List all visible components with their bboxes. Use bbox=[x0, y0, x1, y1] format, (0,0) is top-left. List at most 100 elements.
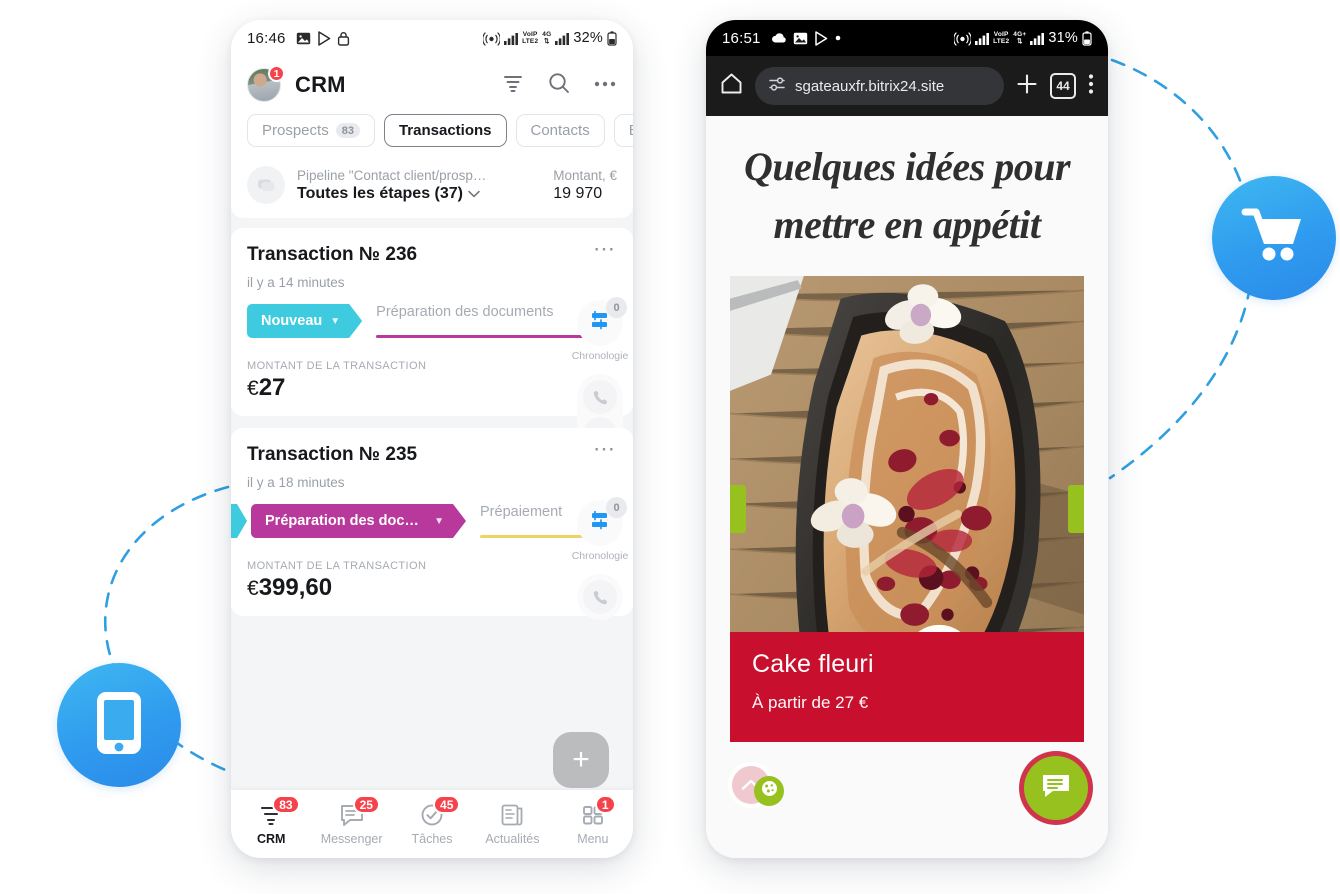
website-content: Quelques idées pour mettre en appétit Ca… bbox=[706, 116, 1108, 858]
status-time: 16:51 bbox=[722, 29, 761, 47]
nav-badge-tasks: 45 bbox=[433, 795, 461, 814]
plus-icon: + bbox=[572, 743, 590, 776]
shopping-cart-badge bbox=[1212, 176, 1336, 300]
shopping-cart-icon bbox=[1241, 206, 1307, 271]
site-settings-icon[interactable] bbox=[769, 77, 786, 95]
deal-current-stage[interactable]: Nouveau ▼ bbox=[247, 304, 362, 338]
deal-stage-row: Préparation des docume… ▼ Prépaiement bbox=[231, 504, 617, 538]
pipeline-filter-bar[interactable]: Pipeline "Contact client/prosp… Toutes l… bbox=[231, 158, 633, 218]
carousel-next-button[interactable]: › bbox=[1068, 485, 1084, 533]
signal-bars-icon bbox=[504, 32, 519, 45]
illustration-canvas: 16:46 VoIP LTE2 4G ⇅ 32% 1 CRM Prospects… bbox=[0, 0, 1340, 894]
cookie-consent-button[interactable] bbox=[754, 776, 784, 806]
deal-current-stage[interactable]: Préparation des docume… ▼ bbox=[251, 504, 466, 538]
nav-label-news: Actualités bbox=[485, 832, 540, 846]
tab-transactions[interactable]: Transactions bbox=[383, 114, 507, 147]
crm-header: 1 CRM bbox=[231, 56, 633, 110]
add-deal-button[interactable]: + bbox=[553, 732, 609, 788]
deal-side-actions: 0 Chronologie bbox=[572, 497, 628, 620]
deal-card[interactable]: Transaction № 235 ⋯ il y a 18 minutes Pr… bbox=[231, 428, 633, 620]
avatar[interactable]: 1 bbox=[247, 65, 285, 102]
call-icon[interactable] bbox=[583, 580, 617, 614]
left-phone-frame: 16:46 VoIP LTE2 4G ⇅ 32% 1 CRM Prospects… bbox=[231, 20, 633, 858]
nav-label-crm: CRM bbox=[256, 832, 286, 846]
carousel-prev-button[interactable]: ‹ bbox=[730, 485, 746, 533]
deal-more-icon[interactable]: ⋯ bbox=[593, 238, 617, 260]
network-gen-indicator: 4G ⇅ bbox=[542, 31, 552, 45]
crm-entity-tabs: Prospects 83 Transactions Contacts Entr bbox=[231, 110, 633, 158]
product-price: À partir de 27 € bbox=[752, 693, 869, 712]
more-icon[interactable] bbox=[593, 76, 617, 94]
lock-icon bbox=[337, 31, 350, 46]
volte-indicator: VoIP LTE2 bbox=[522, 31, 539, 45]
tab-transactions-label: Transactions bbox=[398, 122, 492, 139]
tab-count-label: 44 bbox=[1056, 79, 1070, 93]
browser-toolbar: sgateauxfr.bitrix24.site 44 bbox=[706, 56, 1108, 116]
left-status-bar: 16:46 VoIP LTE2 4G ⇅ 32% bbox=[231, 20, 633, 56]
search-icon[interactable] bbox=[547, 71, 571, 100]
chronology-button[interactable]: 0 Chronologie bbox=[572, 497, 628, 562]
deal-currency: € bbox=[247, 577, 259, 600]
deal-stage-row: Nouveau ▼ Préparation des documents bbox=[247, 304, 617, 338]
chronology-button[interactable]: 0 Chronologie bbox=[572, 297, 628, 362]
tab-contacts[interactable]: Contacts bbox=[515, 114, 605, 147]
product-caption: Cake fleuri À partir de 27 € bbox=[730, 632, 1084, 742]
deal-more-icon[interactable]: ⋯ bbox=[593, 438, 617, 460]
new-tab-icon[interactable] bbox=[1016, 73, 1038, 100]
volte-indicator: VoIP LTE2 bbox=[993, 31, 1010, 45]
right-status-bar: 16:51 VoIP LTE2 4G+ ⇅ 31% bbox=[706, 20, 1108, 56]
deal-amount-label: MONTANT DE LA TRANSACTION bbox=[247, 360, 427, 372]
home-icon[interactable] bbox=[720, 72, 743, 100]
avatar-notification-badge: 1 bbox=[268, 65, 285, 82]
image-icon bbox=[793, 31, 808, 46]
product-carousel[interactable]: ‹ › Cake fleuri À partir de 27 € bbox=[730, 276, 1084, 742]
nav-item-tasks[interactable]: 45 Tâches bbox=[392, 795, 472, 846]
deal-amount: 399,60 bbox=[258, 574, 333, 601]
nav-label-tasks: Tâches bbox=[411, 832, 453, 846]
deal-amount-label: MONTANT DE LA TRANSACTION bbox=[247, 560, 427, 572]
tab-prospects[interactable]: Prospects 83 bbox=[247, 114, 375, 147]
dot-icon bbox=[834, 34, 842, 42]
call-icon[interactable] bbox=[583, 380, 617, 414]
pipeline-icon bbox=[247, 166, 285, 204]
address-bar[interactable]: sgateauxfr.bitrix24.site bbox=[755, 67, 1004, 105]
wifi-calling-icon bbox=[483, 31, 501, 46]
site-heading: Quelques idées pour mettre en appétit bbox=[706, 116, 1108, 262]
filter-icon[interactable] bbox=[501, 71, 525, 100]
nav-label-messenger: Messenger bbox=[320, 832, 383, 846]
more-vertical-icon[interactable] bbox=[1088, 73, 1094, 100]
nav-item-crm[interactable]: 83 CRM bbox=[231, 795, 311, 846]
tab-contacts-label: Contacts bbox=[530, 122, 590, 139]
nav-item-menu[interactable]: 1 Menu bbox=[553, 795, 633, 846]
quick-action-column bbox=[577, 574, 623, 620]
deal-next-stage-label: Préparation des documents bbox=[376, 304, 554, 320]
tab-count-button[interactable]: 44 bbox=[1050, 73, 1076, 99]
deal-card[interactable]: Transaction № 236 ⋯ il y a 14 minutes No… bbox=[231, 228, 633, 494]
dashed-connectors bbox=[104, 58, 1255, 774]
deal-title: Transaction № 235 bbox=[247, 444, 418, 465]
nav-item-messenger[interactable]: 25 Messenger bbox=[311, 795, 391, 846]
battery-percent: 31% bbox=[1048, 30, 1078, 46]
deal-amount-block: MONTANT DE LA TRANSACTION €27 bbox=[247, 360, 617, 402]
deal-currency: € bbox=[247, 377, 259, 400]
chat-widget-button[interactable] bbox=[1024, 756, 1088, 820]
play-store-icon bbox=[814, 30, 828, 46]
cloud-icon bbox=[771, 32, 787, 44]
pipeline-subtitle: Pipeline "Contact client/prosp… bbox=[297, 167, 487, 183]
bottom-navigation: 83 CRM 25 Messenger 45 Tâches Actualités… bbox=[231, 790, 633, 858]
battery-icon bbox=[1082, 30, 1092, 46]
cookie-icon bbox=[761, 780, 778, 802]
crm-app: 1 CRM Prospects 83 Transactions Contacts… bbox=[231, 56, 633, 858]
tab-prospects-label: Prospects bbox=[262, 122, 329, 139]
battery-icon bbox=[607, 30, 617, 46]
deal-next-stage-label: Prépaiement bbox=[480, 504, 563, 520]
nav-item-news[interactable]: Actualités bbox=[472, 802, 552, 846]
signal-bars-icon bbox=[975, 32, 990, 45]
tab-companies-label: Entr bbox=[629, 122, 633, 139]
signal-bars-secondary-icon bbox=[555, 32, 570, 45]
tab-companies[interactable]: Entr bbox=[613, 114, 633, 147]
url-text: sgateauxfr.bitrix24.site bbox=[795, 77, 945, 95]
right-phone-frame: 16:51 VoIP LTE2 4G+ ⇅ 31% sgateauxfr.bit… bbox=[706, 20, 1108, 858]
deal-timestamp: il y a 18 minutes bbox=[247, 475, 345, 490]
pipeline-amount-value: 19 970 bbox=[553, 184, 603, 202]
